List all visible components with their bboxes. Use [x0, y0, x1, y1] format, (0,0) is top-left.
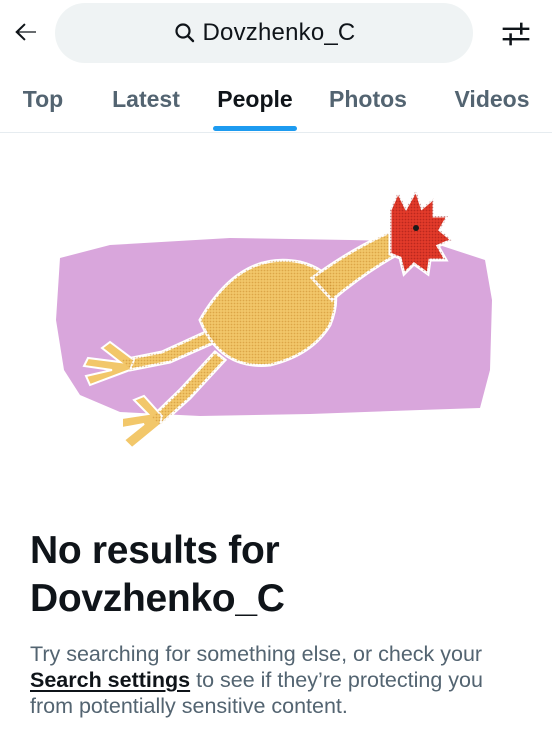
empty-state-title: No results for Dovzhenko_C [30, 527, 530, 623]
tab-label: Photos [329, 86, 407, 112]
tab-label: Latest [112, 86, 180, 112]
arrow-left-icon [15, 23, 36, 41]
search-settings-link[interactable]: Search settings [30, 668, 190, 692]
tab-top[interactable]: Top [10, 70, 76, 132]
search-query-text: Dovzhenko_C [202, 19, 356, 46]
tab-label: People [217, 86, 293, 112]
search-tabs: Top Latest People Photos Videos [0, 70, 552, 133]
sliders-icon [502, 22, 530, 46]
empty-state-description: Try searching for something else, or che… [30, 641, 530, 719]
empty-state-title-line1: No results for [30, 529, 280, 572]
tab-videos[interactable]: Videos [446, 70, 538, 132]
description-text: Try searching for something else, or che… [30, 642, 483, 666]
tab-photos[interactable]: Photos [322, 70, 414, 132]
search-filter-button[interactable] [496, 16, 536, 52]
tab-latest[interactable]: Latest [104, 70, 188, 132]
search-input[interactable]: Dovzhenko_C [55, 3, 473, 63]
tab-people[interactable]: People [213, 70, 297, 132]
back-button[interactable] [8, 14, 44, 50]
search-header: Dovzhenko_C [0, 0, 552, 70]
empty-state-title-line2: Dovzhenko_C [30, 577, 285, 620]
tab-label: Top [22, 86, 64, 112]
tab-label: Videos [454, 86, 530, 112]
search-results-page: Dovzhenko_C Top Latest People Photos Vid… [0, 0, 552, 739]
active-tab-indicator [213, 126, 297, 131]
rubber-chicken-illustration [50, 170, 500, 470]
search-icon [173, 21, 197, 45]
